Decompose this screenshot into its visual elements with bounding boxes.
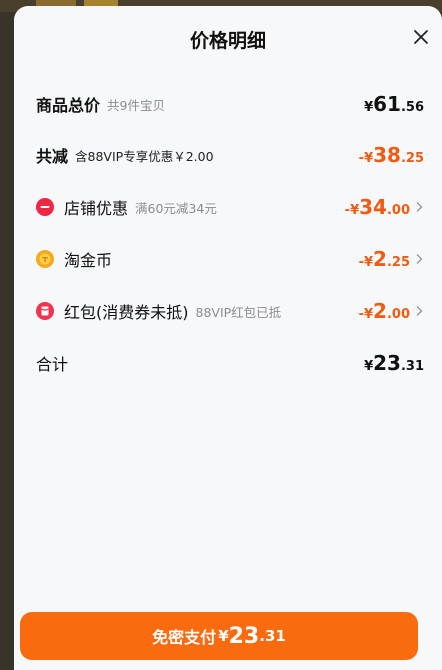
shop-discount-amount: -¥ 34.00	[344, 195, 410, 219]
sheet-title: 价格明细	[189, 30, 266, 52]
taojinbi-label: 淘金币	[64, 251, 113, 270]
shop-discount-rule: 满60元减34元	[135, 200, 217, 216]
chevron-right-icon	[416, 254, 423, 264]
close-icon	[414, 30, 428, 44]
total-reduction-amount: -¥ 38.25	[358, 143, 424, 167]
vip-discount-note: 含88VIP专享优惠￥2.00	[75, 148, 214, 164]
row-shop-discount[interactable]: 店铺优惠 满60元减34元 -¥ 34.00	[36, 192, 424, 222]
total-goods-amount: ¥61.56	[364, 92, 424, 116]
red-packet-icon	[36, 302, 54, 320]
pay-button[interactable]: 免密支付 ¥ 23 .31	[20, 612, 418, 660]
pay-button-amount-dec: .31	[259, 627, 286, 645]
row-total-reduction: 共减 含88VIP专享优惠￥2.00 -¥ 38.25	[36, 140, 424, 170]
item-count-text: 共9件宝贝	[107, 97, 165, 113]
pay-button-currency: ¥	[218, 627, 229, 645]
pay-button-amount-int: 23	[228, 623, 260, 649]
shop-discount-label: 店铺优惠	[64, 199, 129, 218]
red-packet-label: 红包(消费券未抵)	[64, 303, 189, 322]
taojinbi-amount: -¥ 2.25	[358, 247, 410, 271]
shop-discount-icon	[36, 198, 54, 216]
row-red-packet[interactable]: 红包(消费券未抵) 88VIP红包已抵 -¥ 2.00	[36, 296, 424, 326]
red-packet-amount: -¥ 2.00	[358, 299, 410, 323]
row-sum: 合计 ¥23.31	[36, 348, 424, 378]
sum-label: 合计	[36, 355, 69, 374]
total-reduction-label: 共减	[36, 147, 69, 166]
row-total-goods: 商品总价 共9件宝贝 ¥61.56	[36, 89, 424, 119]
total-goods-label: 商品总价	[36, 96, 101, 115]
pay-button-label: 免密支付	[152, 628, 217, 647]
row-taojinbi[interactable]: 淘金币 -¥ 2.25	[36, 244, 424, 274]
price-detail-sheet: 价格明细 商品总价 共9件宝贝 ¥61.56 共减 含88VIP专享优惠￥2.0…	[14, 6, 442, 670]
coin-icon	[36, 250, 54, 268]
sum-amount: ¥23.31	[364, 351, 424, 375]
close-button[interactable]	[408, 24, 434, 50]
chevron-right-icon	[416, 306, 423, 316]
chevron-right-icon	[416, 202, 423, 212]
red-packet-note: 88VIP红包已抵	[195, 304, 282, 320]
